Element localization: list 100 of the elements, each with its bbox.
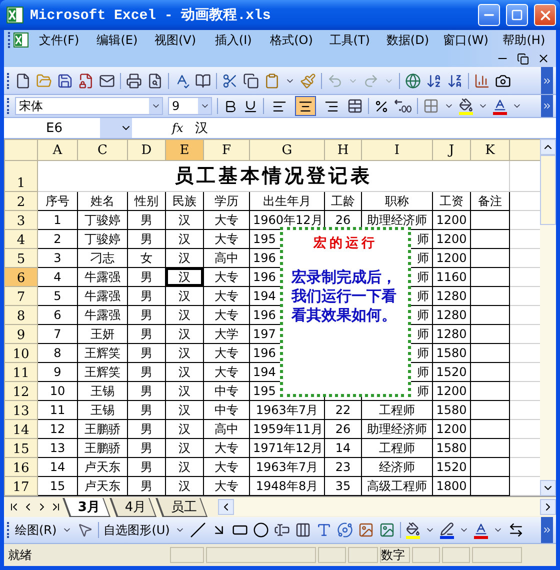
merge-cells-icon[interactable]	[347, 98, 363, 114]
fill-color-icon[interactable]	[459, 98, 473, 114]
mail-icon[interactable]	[99, 72, 115, 88]
row-header[interactable]: 2	[4, 192, 38, 210]
autoshapes-menu[interactable]: 自选图形(U)	[104, 522, 170, 538]
scroll-down-button[interactable]	[540, 480, 556, 496]
menu-item[interactable]: 格式(O)	[263, 32, 320, 48]
column-header[interactable]: H	[324, 140, 362, 160]
borders-icon[interactable]	[423, 98, 439, 114]
underline-icon[interactable]	[243, 98, 258, 114]
column-header[interactable]: A	[38, 140, 78, 160]
row-header[interactable]: 13	[4, 400, 38, 420]
paste-icon[interactable]	[264, 72, 280, 88]
percent-icon[interactable]	[374, 98, 389, 114]
menu-item[interactable]: 帮助(H)	[496, 32, 552, 48]
decimal-arrow-icon[interactable]	[394, 98, 412, 114]
row-header[interactable]: 11	[4, 362, 38, 382]
formula-field[interactable]: 汉	[195, 119, 208, 137]
hyperlink-icon[interactable]	[405, 72, 421, 88]
vertical-text-box-icon[interactable]	[294, 522, 311, 538]
maximize-button[interactable]	[506, 4, 528, 26]
menu-item[interactable]: 编辑(E)	[89, 32, 146, 48]
restore-icon[interactable]	[517, 52, 529, 64]
column-header[interactable]: D	[128, 140, 166, 160]
menu-item[interactable]: 视图(V)	[147, 32, 204, 48]
column-header[interactable]: F	[204, 140, 250, 160]
minimize-button[interactable]	[478, 4, 500, 26]
row-header[interactable]: 9	[4, 324, 38, 344]
column-header[interactable]: E	[166, 140, 204, 160]
scroll-left-button[interactable]	[218, 499, 234, 515]
row-header[interactable]: 4	[4, 230, 38, 248]
research-icon[interactable]	[195, 72, 211, 88]
column-header[interactable]: J	[432, 140, 470, 160]
first-sheet-icon[interactable]	[8, 501, 20, 513]
row-header[interactable]: 10	[4, 344, 38, 362]
font-color-icon[interactable]	[474, 522, 488, 538]
sort-ascending-icon[interactable]	[426, 72, 442, 88]
picture-icon[interactable]	[378, 522, 395, 538]
row-header[interactable]: 16	[4, 458, 38, 476]
wordart-icon[interactable]	[316, 522, 332, 538]
menu-item[interactable]: 窗口(W)	[438, 32, 494, 48]
row-header[interactable]: 12	[4, 382, 38, 400]
sheet-tab[interactable]: 3月	[62, 498, 110, 516]
column-header[interactable]: I	[362, 140, 432, 160]
menu-item[interactable]: 数据(D)	[380, 32, 436, 48]
chart-icon[interactable]	[474, 72, 490, 88]
close-icon[interactable]	[537, 52, 550, 65]
row-header[interactable]: 5	[4, 248, 38, 268]
diagram-icon[interactable]	[336, 522, 353, 538]
cut-icon[interactable]	[222, 72, 238, 88]
sheet-tab[interactable]: 4月	[110, 498, 157, 516]
column-header[interactable]: K	[470, 140, 510, 160]
table-cell: 大学	[204, 324, 250, 344]
print-icon[interactable]	[126, 72, 142, 88]
scroll-thumb[interactable]	[540, 155, 556, 225]
camera-icon[interactable]	[495, 72, 511, 88]
draw-menu[interactable]: 绘图(R)	[15, 522, 57, 538]
font-size-field[interactable]: 9	[168, 97, 212, 115]
save-icon[interactable]	[57, 72, 73, 88]
font-color-icon[interactable]	[493, 98, 507, 114]
font-field[interactable]: 宋体	[15, 97, 163, 115]
fill-color-icon[interactable]	[406, 522, 420, 538]
permission-icon[interactable]	[78, 72, 94, 88]
line-color-icon[interactable]	[440, 522, 454, 538]
column-header[interactable]: C	[78, 140, 128, 160]
overflow-icon[interactable]	[542, 525, 552, 535]
copy-icon[interactable]	[243, 72, 259, 88]
row-header[interactable]: 14	[4, 420, 38, 438]
menu-item[interactable]: 工具(T)	[322, 32, 378, 48]
pointer-icon[interactable]	[76, 522, 93, 538]
row-header[interactable]: 6	[4, 268, 38, 286]
row-header[interactable]: 17	[4, 476, 38, 496]
scroll-right-button[interactable]	[540, 499, 556, 515]
row-header[interactable]: 3	[4, 210, 38, 230]
overflow-icon[interactable]	[542, 101, 552, 111]
format-painter-icon[interactable]	[300, 72, 316, 88]
text-box-icon[interactable]	[274, 522, 290, 538]
row-header[interactable]: 7	[4, 286, 38, 306]
align-center-button[interactable]	[295, 96, 316, 116]
overflow-icon[interactable]	[542, 76, 552, 86]
row-header[interactable]: 15	[4, 438, 38, 458]
function-button[interactable]: fx	[172, 121, 184, 135]
line-icon[interactable]	[190, 522, 206, 538]
menu-item[interactable]: 文件(F)	[31, 32, 88, 48]
column-header[interactable]: G	[250, 140, 324, 160]
arrow-style-icon[interactable]	[508, 522, 524, 538]
oval-icon[interactable]	[252, 522, 269, 538]
scroll-up-button[interactable]	[540, 139, 556, 155]
last-sheet-icon[interactable]	[50, 501, 62, 513]
print-preview-icon[interactable]	[147, 72, 163, 88]
sort-descending-icon[interactable]	[447, 72, 463, 88]
menu-item[interactable]: 插入(I)	[205, 32, 262, 48]
row-header[interactable]: 1	[4, 160, 38, 192]
sheet-tab[interactable]: 员工	[156, 498, 208, 516]
row-header[interactable]: 8	[4, 306, 38, 324]
folder-icon[interactable]	[36, 72, 52, 88]
table-cell: 王妍	[78, 324, 128, 344]
bold-icon[interactable]	[223, 98, 238, 114]
new-document-icon[interactable]	[15, 72, 31, 88]
close-button[interactable]	[534, 4, 556, 26]
